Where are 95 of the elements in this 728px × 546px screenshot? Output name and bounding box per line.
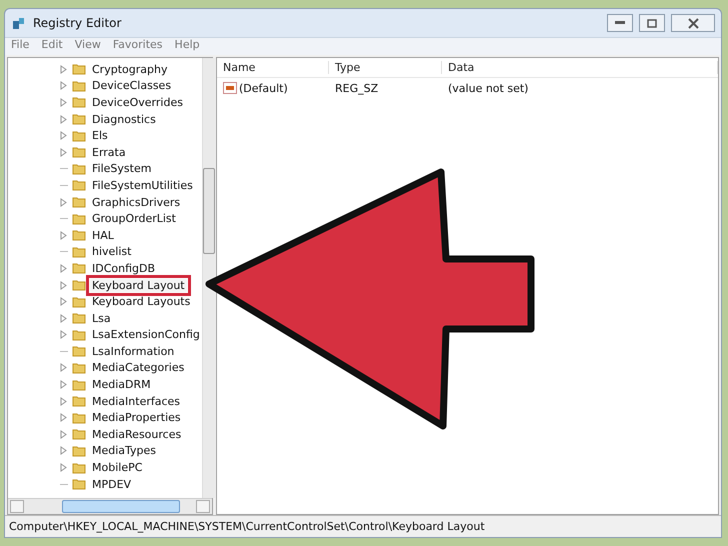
folder-icon xyxy=(72,246,86,258)
expand-arrow-icon[interactable] xyxy=(60,297,68,306)
tree-item[interactable]: Els xyxy=(90,129,110,142)
expand-arrow-icon[interactable] xyxy=(60,280,68,290)
folder-icon xyxy=(72,362,86,374)
expand-arrow-icon[interactable] xyxy=(60,198,68,207)
status-path: Computer\HKEY_LOCAL_MACHINE\SYSTEM\CurrentControlSet\Control\Keyboard Layout xyxy=(9,520,485,533)
column-header[interactable]: Data xyxy=(442,61,718,74)
minimize-button[interactable] xyxy=(607,14,633,32)
folder-icon xyxy=(72,212,86,225)
folder-icon xyxy=(72,444,86,457)
minimize-icon xyxy=(615,21,625,25)
folder-icon xyxy=(72,328,86,341)
tree-item[interactable]: MediaTypes xyxy=(90,444,158,458)
folder-icon xyxy=(72,130,86,142)
horizontal-scrollbar[interactable] xyxy=(8,498,212,514)
tree-item[interactable]: LsaInformation xyxy=(90,344,176,358)
tree-item[interactable]: DeviceClasses xyxy=(90,79,174,92)
tree-item[interactable]: LsaExtensionConfig xyxy=(90,328,202,342)
vertical-scrollbar[interactable] xyxy=(202,58,215,498)
tree-item[interactable]: FileSystemUtilities xyxy=(90,178,195,192)
folder-icon xyxy=(72,179,86,192)
tree-item[interactable]: Cryptography xyxy=(90,62,170,76)
tree-item[interactable]: DeviceOverrides xyxy=(90,96,185,109)
folder-icon xyxy=(72,262,86,274)
expand-arrow-icon[interactable] xyxy=(60,230,68,240)
tree-item[interactable]: MediaCategories xyxy=(90,361,186,374)
expand-arrow-icon[interactable] xyxy=(60,413,68,422)
tree-item[interactable]: Keyboard Layout xyxy=(90,278,187,292)
folder-icon xyxy=(72,279,86,292)
expand-arrow-icon[interactable] xyxy=(60,396,68,406)
expand-arrow-icon[interactable] xyxy=(60,131,68,140)
tree-item[interactable]: MediaDRM xyxy=(90,378,153,392)
tree-item[interactable]: GraphicsDrivers xyxy=(90,196,182,209)
expand-arrow-icon[interactable] xyxy=(60,314,68,323)
folder-icon xyxy=(72,229,86,242)
tree-item[interactable]: Keyboard Layouts xyxy=(90,295,192,308)
column-header[interactable]: Type xyxy=(329,61,442,74)
folder-icon xyxy=(72,63,86,76)
folder-icon xyxy=(72,96,86,108)
expand-arrow-icon[interactable] xyxy=(60,98,68,107)
menu-item[interactable]: Favorites xyxy=(112,38,163,55)
expand-arrow-icon[interactable] xyxy=(60,463,68,472)
expand-arrow-icon[interactable] xyxy=(60,81,68,90)
tree-item[interactable]: Lsa xyxy=(90,312,113,325)
tree-item[interactable]: MPDEV xyxy=(90,478,134,491)
folder-icon xyxy=(72,113,86,126)
table-cell-text: (value not set) xyxy=(447,82,530,94)
tree-item[interactable]: IDConfigDB xyxy=(90,262,158,275)
folder-icon xyxy=(72,312,86,324)
folder-icon xyxy=(72,412,86,424)
tree-item[interactable]: hivelist xyxy=(90,245,134,258)
maximize-button[interactable] xyxy=(639,14,665,32)
folder-icon xyxy=(72,378,86,391)
tree-item[interactable]: MobilePC xyxy=(90,461,144,474)
expand-arrow-icon[interactable] xyxy=(60,148,68,157)
menu-item[interactable]: Edit xyxy=(41,38,63,55)
window-title: Registry Editor xyxy=(33,16,122,30)
registry-icon xyxy=(11,15,27,31)
expand-arrow-icon[interactable] xyxy=(60,363,68,372)
folder-icon xyxy=(72,462,86,474)
expand-arrow-icon[interactable] xyxy=(60,430,68,439)
tree-item[interactable]: MediaResources xyxy=(90,428,184,441)
folder-icon xyxy=(72,146,86,158)
expand-arrow-icon[interactable] xyxy=(60,114,68,124)
expand-arrow-icon[interactable] xyxy=(60,380,68,390)
folder-icon xyxy=(72,478,86,490)
folder-icon xyxy=(72,395,86,408)
expand-arrow-icon[interactable] xyxy=(60,446,68,456)
tree-item[interactable]: GroupOrderList xyxy=(90,212,178,226)
expand-arrow-icon[interactable] xyxy=(60,264,68,273)
tree-item[interactable]: FileSystem xyxy=(90,162,154,176)
folder-icon xyxy=(72,345,86,358)
maximize-icon xyxy=(647,18,657,28)
menu-item[interactable]: View xyxy=(74,38,101,55)
table-cell-text: REG_SZ xyxy=(334,82,380,94)
expand-arrow-icon[interactable] xyxy=(60,64,68,74)
string-value-icon xyxy=(223,82,237,94)
table-cell: (Default) xyxy=(217,82,329,94)
tree-item[interactable]: Diagnostics xyxy=(90,112,158,126)
tree-item[interactable]: MediaInterfaces xyxy=(90,394,182,408)
menu-item[interactable]: File xyxy=(11,38,30,55)
folder-icon xyxy=(72,428,86,440)
tree-item[interactable]: MediaProperties xyxy=(90,411,183,424)
folder-icon xyxy=(72,296,86,308)
folder-icon xyxy=(72,162,86,175)
expand-arrow-icon[interactable] xyxy=(60,330,68,340)
menu-item[interactable]: Help xyxy=(174,38,200,55)
folder-icon xyxy=(72,196,86,208)
close-icon xyxy=(688,18,698,28)
folder-icon xyxy=(72,80,86,92)
tree-item[interactable]: Errata xyxy=(90,146,128,159)
close-button[interactable] xyxy=(671,14,715,32)
tree-item[interactable]: HAL xyxy=(90,228,116,242)
column-header[interactable]: Name xyxy=(217,61,329,74)
